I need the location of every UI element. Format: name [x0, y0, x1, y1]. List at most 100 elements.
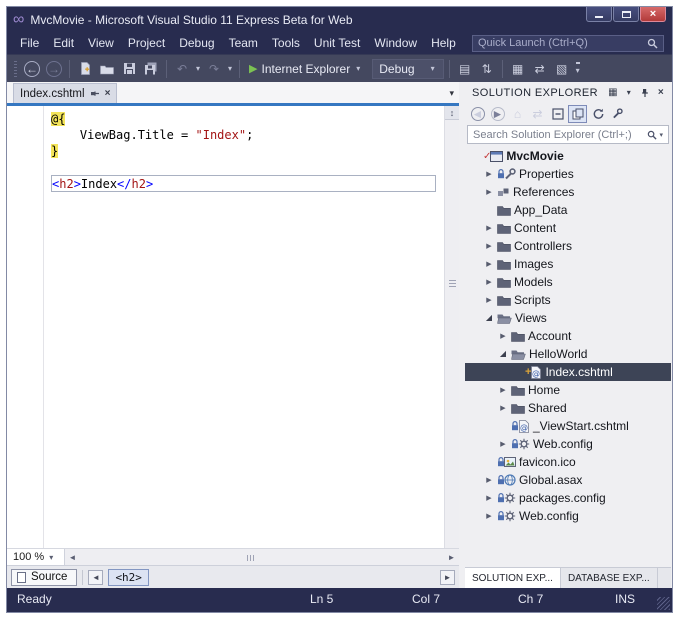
- toolbar-extra-button-2[interactable]: ⇅: [477, 58, 497, 80]
- tree-expander-icon[interactable]: ▶: [498, 333, 508, 340]
- tree-item-shared[interactable]: ▶Shared: [465, 399, 671, 417]
- tree-expander-icon[interactable]: ▶: [484, 513, 494, 520]
- solution-explorer-header[interactable]: SOLUTION EXPLORER ▦ ▾ ×: [465, 82, 671, 103]
- open-file-button[interactable]: [97, 58, 117, 80]
- solution-explorer-search-input[interactable]: Search Solution Explorer (Ctrl+;) ▾: [467, 125, 669, 144]
- scroll-right-arrow[interactable]: ►: [444, 553, 459, 562]
- se-pin-icon[interactable]: [637, 88, 653, 98]
- quick-launch-input[interactable]: Quick Launch (Ctrl+Q): [472, 35, 664, 52]
- tree-item-account[interactable]: ▶Account: [465, 327, 671, 345]
- vertical-scrollbar[interactable]: ↕: [444, 106, 459, 548]
- tree-expander-icon[interactable]: ◢: [484, 314, 494, 322]
- save-all-button[interactable]: [141, 58, 161, 80]
- tree-expander-icon[interactable]: ▶: [498, 441, 508, 448]
- tree-item-home[interactable]: ▶Home: [465, 381, 671, 399]
- solution-configurations-dropdown[interactable]: Debug▾: [372, 59, 443, 79]
- code-line-3[interactable]: }: [51, 143, 438, 159]
- tree-expander-icon[interactable]: ▶: [484, 495, 494, 502]
- toolbar-extra-button-5[interactable]: ▧: [552, 58, 572, 80]
- redo-button[interactable]: ↷: [204, 58, 224, 80]
- tree-item-images[interactable]: ▶Images: [465, 255, 671, 273]
- toolbar-extra-button-4[interactable]: ⇄: [530, 58, 550, 80]
- se-collapse-all-button[interactable]: [548, 105, 567, 123]
- se-navigate-back-button[interactable]: ◄: [468, 105, 487, 123]
- navigate-back-button[interactable]: ←: [22, 58, 42, 80]
- tag-nav-left-arrow[interactable]: ◄: [88, 570, 103, 585]
- menu-tools[interactable]: Tools: [265, 34, 307, 52]
- tree-item-views[interactable]: ◢Views: [465, 309, 671, 327]
- menu-edit[interactable]: Edit: [46, 34, 81, 52]
- toolbar-extra-button-1[interactable]: ▤: [455, 58, 475, 80]
- tree-expander-icon[interactable]: ▶: [484, 279, 494, 286]
- tree-expander-icon[interactable]: ▶: [484, 261, 494, 268]
- se-show-all-files-button[interactable]: [568, 105, 587, 123]
- panel-tab-solution-exp[interactable]: SOLUTION EXP...: [465, 568, 561, 588]
- menu-unit-test[interactable]: Unit Test: [307, 34, 367, 52]
- se-close-icon[interactable]: ×: [653, 87, 669, 98]
- se-refresh-button[interactable]: [588, 105, 607, 123]
- tree-expander-icon[interactable]: ▶: [484, 225, 494, 232]
- tree-item-viewstart-cshtml[interactable]: @_ViewStart.cshtml: [465, 417, 671, 435]
- pin-icon[interactable]: [90, 89, 100, 99]
- tree-expander-icon[interactable]: ◢: [498, 350, 508, 358]
- maximize-button[interactable]: [613, 7, 639, 22]
- se-options-icon[interactable]: ▦: [605, 87, 621, 98]
- undo-button[interactable]: ↶: [172, 58, 192, 80]
- new-item-button[interactable]: [75, 58, 95, 80]
- scroll-left-arrow[interactable]: ◄: [65, 553, 80, 562]
- tree-item-scripts[interactable]: ▶Scripts: [465, 291, 671, 309]
- tree-item-mvcmovie[interactable]: ✓MvcMovie: [465, 147, 671, 165]
- code-line-1[interactable]: @{: [51, 111, 438, 127]
- minimize-button[interactable]: [586, 7, 612, 22]
- window-resize-grip[interactable]: [657, 597, 670, 610]
- toolbar-grip[interactable]: [14, 61, 17, 77]
- tree-expander-icon[interactable]: ▶: [498, 387, 508, 394]
- zoom-control[interactable]: 100 % ▾: [7, 549, 65, 565]
- chevron-down-icon[interactable]: ▾: [659, 131, 663, 139]
- code-line-2[interactable]: ViewBag.Title = "Index";: [51, 127, 438, 143]
- menu-file[interactable]: File: [13, 34, 46, 52]
- tag-nav-right-arrow[interactable]: ►: [440, 570, 455, 585]
- tree-item-app-data[interactable]: App_Data: [465, 201, 671, 219]
- se-home-button[interactable]: ⌂: [508, 105, 527, 123]
- tree-expander-icon[interactable]: ▶: [484, 477, 494, 484]
- tree-expander-icon[interactable]: ▶: [484, 189, 494, 196]
- code-line-4[interactable]: [51, 159, 438, 175]
- chevron-down-icon[interactable]: ▾: [194, 64, 202, 73]
- tree-item-references[interactable]: ▶References: [465, 183, 671, 201]
- se-chevron-down-icon[interactable]: ▾: [621, 88, 637, 97]
- tab-close-icon[interactable]: ×: [105, 88, 111, 99]
- horizontal-scrollbar[interactable]: [80, 549, 444, 565]
- menu-window[interactable]: Window: [367, 34, 424, 52]
- se-properties-button[interactable]: [608, 105, 627, 123]
- tree-item-helloworld[interactable]: ◢HelloWorld: [465, 345, 671, 363]
- menu-help[interactable]: Help: [424, 34, 463, 52]
- start-debugging-button[interactable]: ▶Internet Explorer▾: [245, 58, 366, 80]
- menu-view[interactable]: View: [81, 34, 121, 52]
- navigate-forward-button[interactable]: →: [44, 58, 64, 80]
- code-line-5[interactable]: <h2>Index</h2>: [51, 175, 436, 192]
- source-view-button[interactable]: Source: [11, 569, 77, 586]
- menu-project[interactable]: Project: [121, 34, 172, 52]
- se-navigate-forward-button[interactable]: ►: [488, 105, 507, 123]
- titlebar[interactable]: ∞ MvcMovie - Microsoft Visual Studio 11 …: [7, 7, 672, 32]
- tree-item-content[interactable]: ▶Content: [465, 219, 671, 237]
- code-editor[interactable]: @{ ViewBag.Title = "Index";} <h2>Index</…: [7, 106, 444, 548]
- tree-item-controllers[interactable]: ▶Controllers: [465, 237, 671, 255]
- tree-item-global-asax[interactable]: ▶Global.asax: [465, 471, 671, 489]
- tree-item-web-config[interactable]: ▶Web.config: [465, 435, 671, 453]
- tree-expander-icon[interactable]: ▶: [484, 243, 494, 250]
- se-sync-button[interactable]: ⇄: [528, 105, 547, 123]
- panel-tab-database-exp[interactable]: DATABASE EXP...: [561, 568, 658, 588]
- document-list-chevron-icon[interactable]: ▾: [449, 88, 454, 99]
- menu-team[interactable]: Team: [222, 34, 265, 52]
- tree-item-models[interactable]: ▶Models: [465, 273, 671, 291]
- save-button[interactable]: [119, 58, 139, 80]
- document-tab[interactable]: Index.cshtml ×: [13, 83, 117, 103]
- chevron-down-icon[interactable]: ▾: [226, 64, 234, 73]
- tree-item-web-config[interactable]: ▶Web.config: [465, 507, 671, 525]
- tree-expander-icon[interactable]: ▶: [484, 171, 494, 178]
- tag-breadcrumb-h2[interactable]: <h2>: [108, 569, 149, 586]
- tree-expander-icon[interactable]: ▶: [498, 405, 508, 412]
- toolbar-overflow-button[interactable]: ▾: [576, 62, 580, 75]
